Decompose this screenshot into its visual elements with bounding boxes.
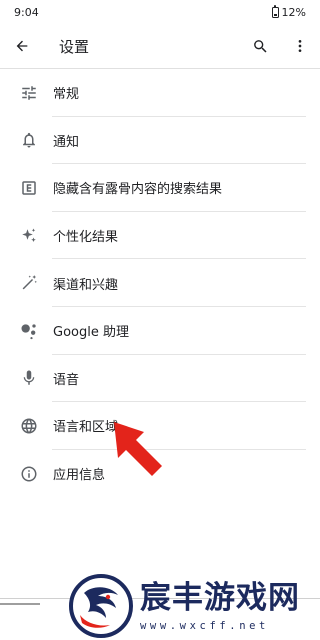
page-title: 设置 [59, 37, 90, 56]
settings-item-label: 应用信息 [53, 468, 106, 484]
mic-icon [19, 368, 39, 388]
settings-item-general[interactable]: 常规 [0, 69, 320, 117]
sparkle-icon [19, 226, 39, 246]
status-bar: 9:04 12% [0, 0, 320, 24]
back-button[interactable] [0, 24, 44, 68]
settings-item-label: 语言和区域 [53, 420, 119, 436]
watermark-text: 宸丰游戏网 www.wxcff.net [140, 580, 300, 632]
settings-item-label: 渠道和兴趣 [53, 277, 119, 293]
settings-item-voice[interactable]: 语音 [0, 355, 320, 403]
magic-wand-icon [19, 273, 39, 293]
watermark-title: 宸丰游戏网 [140, 580, 300, 616]
settings-item-google-assistant[interactable]: Google 助理 [0, 307, 320, 355]
tune-icon [19, 83, 39, 103]
watermark: 宸丰游戏网 www.wxcff.net [68, 572, 320, 640]
settings-item-notifications[interactable]: 通知 [0, 117, 320, 165]
red-arrow-annotation [114, 422, 162, 476]
settings-item-channels-interests[interactable]: 渠道和兴趣 [0, 259, 320, 307]
settings-item-label: 隐藏含有露骨内容的搜索结果 [53, 182, 223, 198]
back-arrow-icon [16, 40, 28, 52]
nav-handle [0, 603, 40, 605]
settings-item-safesearch[interactable]: 隐藏含有露骨内容的搜索结果 [0, 164, 320, 212]
settings-screen: 9:04 12% 设置 常规 通知 隐藏含有露骨内容的搜索结果 个性化结果 渠道… [0, 0, 320, 640]
more-vert-icon [298, 40, 302, 52]
settings-item-label: Google 助理 [53, 325, 129, 341]
watermark-url: www.wxcff.net [140, 620, 269, 632]
info-icon [19, 464, 39, 484]
status-right: 12% [271, 4, 306, 19]
search-icon [253, 39, 267, 53]
settings-item-label: 语音 [53, 372, 80, 388]
status-time: 9:04 [14, 5, 39, 19]
bell-icon [19, 130, 39, 150]
assistant-icon [19, 321, 39, 341]
settings-item-personalized-results[interactable]: 个性化结果 [0, 212, 320, 260]
globe-icon [19, 416, 39, 436]
more-options-button[interactable] [280, 24, 320, 68]
dragon-logo-icon [69, 574, 133, 638]
settings-item-label: 个性化结果 [53, 230, 119, 246]
search-button[interactable] [240, 24, 280, 68]
settings-item-label: 常规 [53, 87, 80, 103]
app-bar: 设置 [0, 24, 320, 68]
explicit-icon [19, 178, 39, 198]
battery-icon [271, 4, 279, 18]
battery-level: 12% [281, 5, 306, 19]
settings-item-label: 通知 [53, 134, 80, 150]
